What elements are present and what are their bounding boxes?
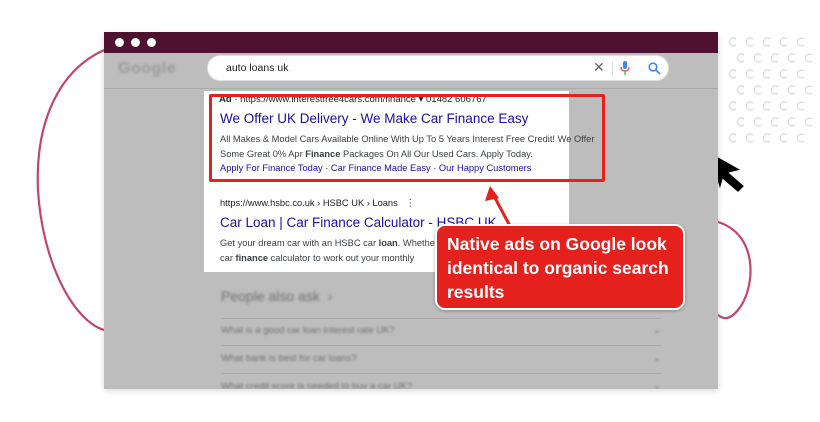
search-input[interactable]: auto loans uk xyxy=(226,62,288,74)
paa-question-text: What bank is best for car loans? xyxy=(221,353,357,364)
decorative-dot xyxy=(770,117,779,127)
decorative-dot xyxy=(753,117,762,127)
search-bar[interactable]: auto loans uk ✕ xyxy=(207,55,669,81)
decorative-dot xyxy=(779,101,788,111)
dots-pattern xyxy=(728,37,813,143)
chevron-down-icon: ⌄ xyxy=(653,325,661,336)
ad-highlight-box xyxy=(209,94,605,182)
organic-description: Get your dream car with an HSBC car loan… xyxy=(220,236,470,266)
right-curve xyxy=(717,220,752,320)
decorative-dot xyxy=(762,101,771,111)
left-curve xyxy=(36,48,105,332)
google-logo[interactable]: Google xyxy=(118,60,176,78)
decorative-dot xyxy=(796,133,805,143)
more-options-icon[interactable]: ⋮ xyxy=(406,198,415,208)
decorative-dot xyxy=(728,101,737,111)
organic-desc-text: Get your dream car with an HSBC car xyxy=(220,238,379,248)
microphone-icon[interactable] xyxy=(620,61,630,76)
decorative-dot xyxy=(736,117,745,127)
window-minimize-dot[interactable] xyxy=(131,38,140,47)
paa-question-text: What credit score is needed to buy a car… xyxy=(221,381,413,389)
decorative-dot xyxy=(796,69,805,79)
callout-text: Native ads on Google look identical to o… xyxy=(447,234,669,302)
decorative-dot xyxy=(736,53,745,63)
decorative-dot xyxy=(770,53,779,63)
decorative-dot xyxy=(736,85,745,95)
paa-title: People also ask xyxy=(221,288,320,304)
decorative-dot xyxy=(804,53,813,63)
organic-desc-bold: loan xyxy=(378,238,398,248)
paa-question-text: What is a good car loan interest rate UK… xyxy=(221,325,395,336)
decorative-dot xyxy=(796,37,805,47)
window-maximize-dot[interactable] xyxy=(147,38,156,47)
decorative-dot xyxy=(779,69,788,79)
paa-question[interactable]: What credit score is needed to buy a car… xyxy=(221,381,661,389)
decorative-dot xyxy=(804,85,813,95)
decorative-dot xyxy=(804,117,813,127)
decorative-dot xyxy=(770,85,779,95)
search-divider xyxy=(612,62,613,76)
decorative-dot xyxy=(779,133,788,143)
paa-divider xyxy=(221,345,661,346)
decorative-dot xyxy=(779,37,788,47)
paa-divider xyxy=(221,373,661,374)
decorative-dot xyxy=(796,101,805,111)
decorative-dot xyxy=(753,53,762,63)
organic-url[interactable]: https://www.hsbc.co.uk › HSBC UK › Loans… xyxy=(220,198,415,209)
decorative-dot xyxy=(787,117,796,127)
header-divider xyxy=(104,88,718,89)
decorative-dot xyxy=(753,85,762,95)
paa-divider xyxy=(221,318,661,319)
decorative-dot xyxy=(728,69,737,79)
decorative-dot xyxy=(762,69,771,79)
close-icon[interactable]: ✕ xyxy=(593,59,605,76)
decorative-dot xyxy=(728,37,737,47)
search-icon[interactable] xyxy=(648,62,661,75)
decorative-dot xyxy=(762,37,771,47)
window-titlebar xyxy=(104,32,718,53)
paa-question[interactable]: What bank is best for car loans? ⌄ xyxy=(221,353,661,364)
browser-window: Google auto loans uk ✕ Ad · https://www.… xyxy=(104,32,718,389)
chevron-down-icon: ⌄ xyxy=(653,381,661,389)
decorative-dot xyxy=(728,133,737,143)
paa-question[interactable]: What is a good car loan interest rate UK… xyxy=(221,325,661,336)
decorative-dot xyxy=(745,133,754,143)
decorative-dot xyxy=(745,101,754,111)
window-close-dot[interactable] xyxy=(115,38,124,47)
people-also-ask-heading: People also ask › xyxy=(221,288,333,304)
organic-desc-bold-2: finance xyxy=(235,253,269,263)
decorative-dot xyxy=(745,37,754,47)
decorative-dot xyxy=(787,53,796,63)
annotation-callout: Native ads on Google look identical to o… xyxy=(435,224,685,310)
decorative-dot xyxy=(787,85,796,95)
chevron-down-icon: ⌄ xyxy=(653,353,661,364)
organic-url-text[interactable]: https://www.hsbc.co.uk › HSBC UK › Loans xyxy=(220,198,398,208)
decorative-dot xyxy=(745,69,754,79)
decorative-dot xyxy=(762,133,771,143)
organic-desc-text-3: calculator to work out your monthly xyxy=(268,253,415,263)
